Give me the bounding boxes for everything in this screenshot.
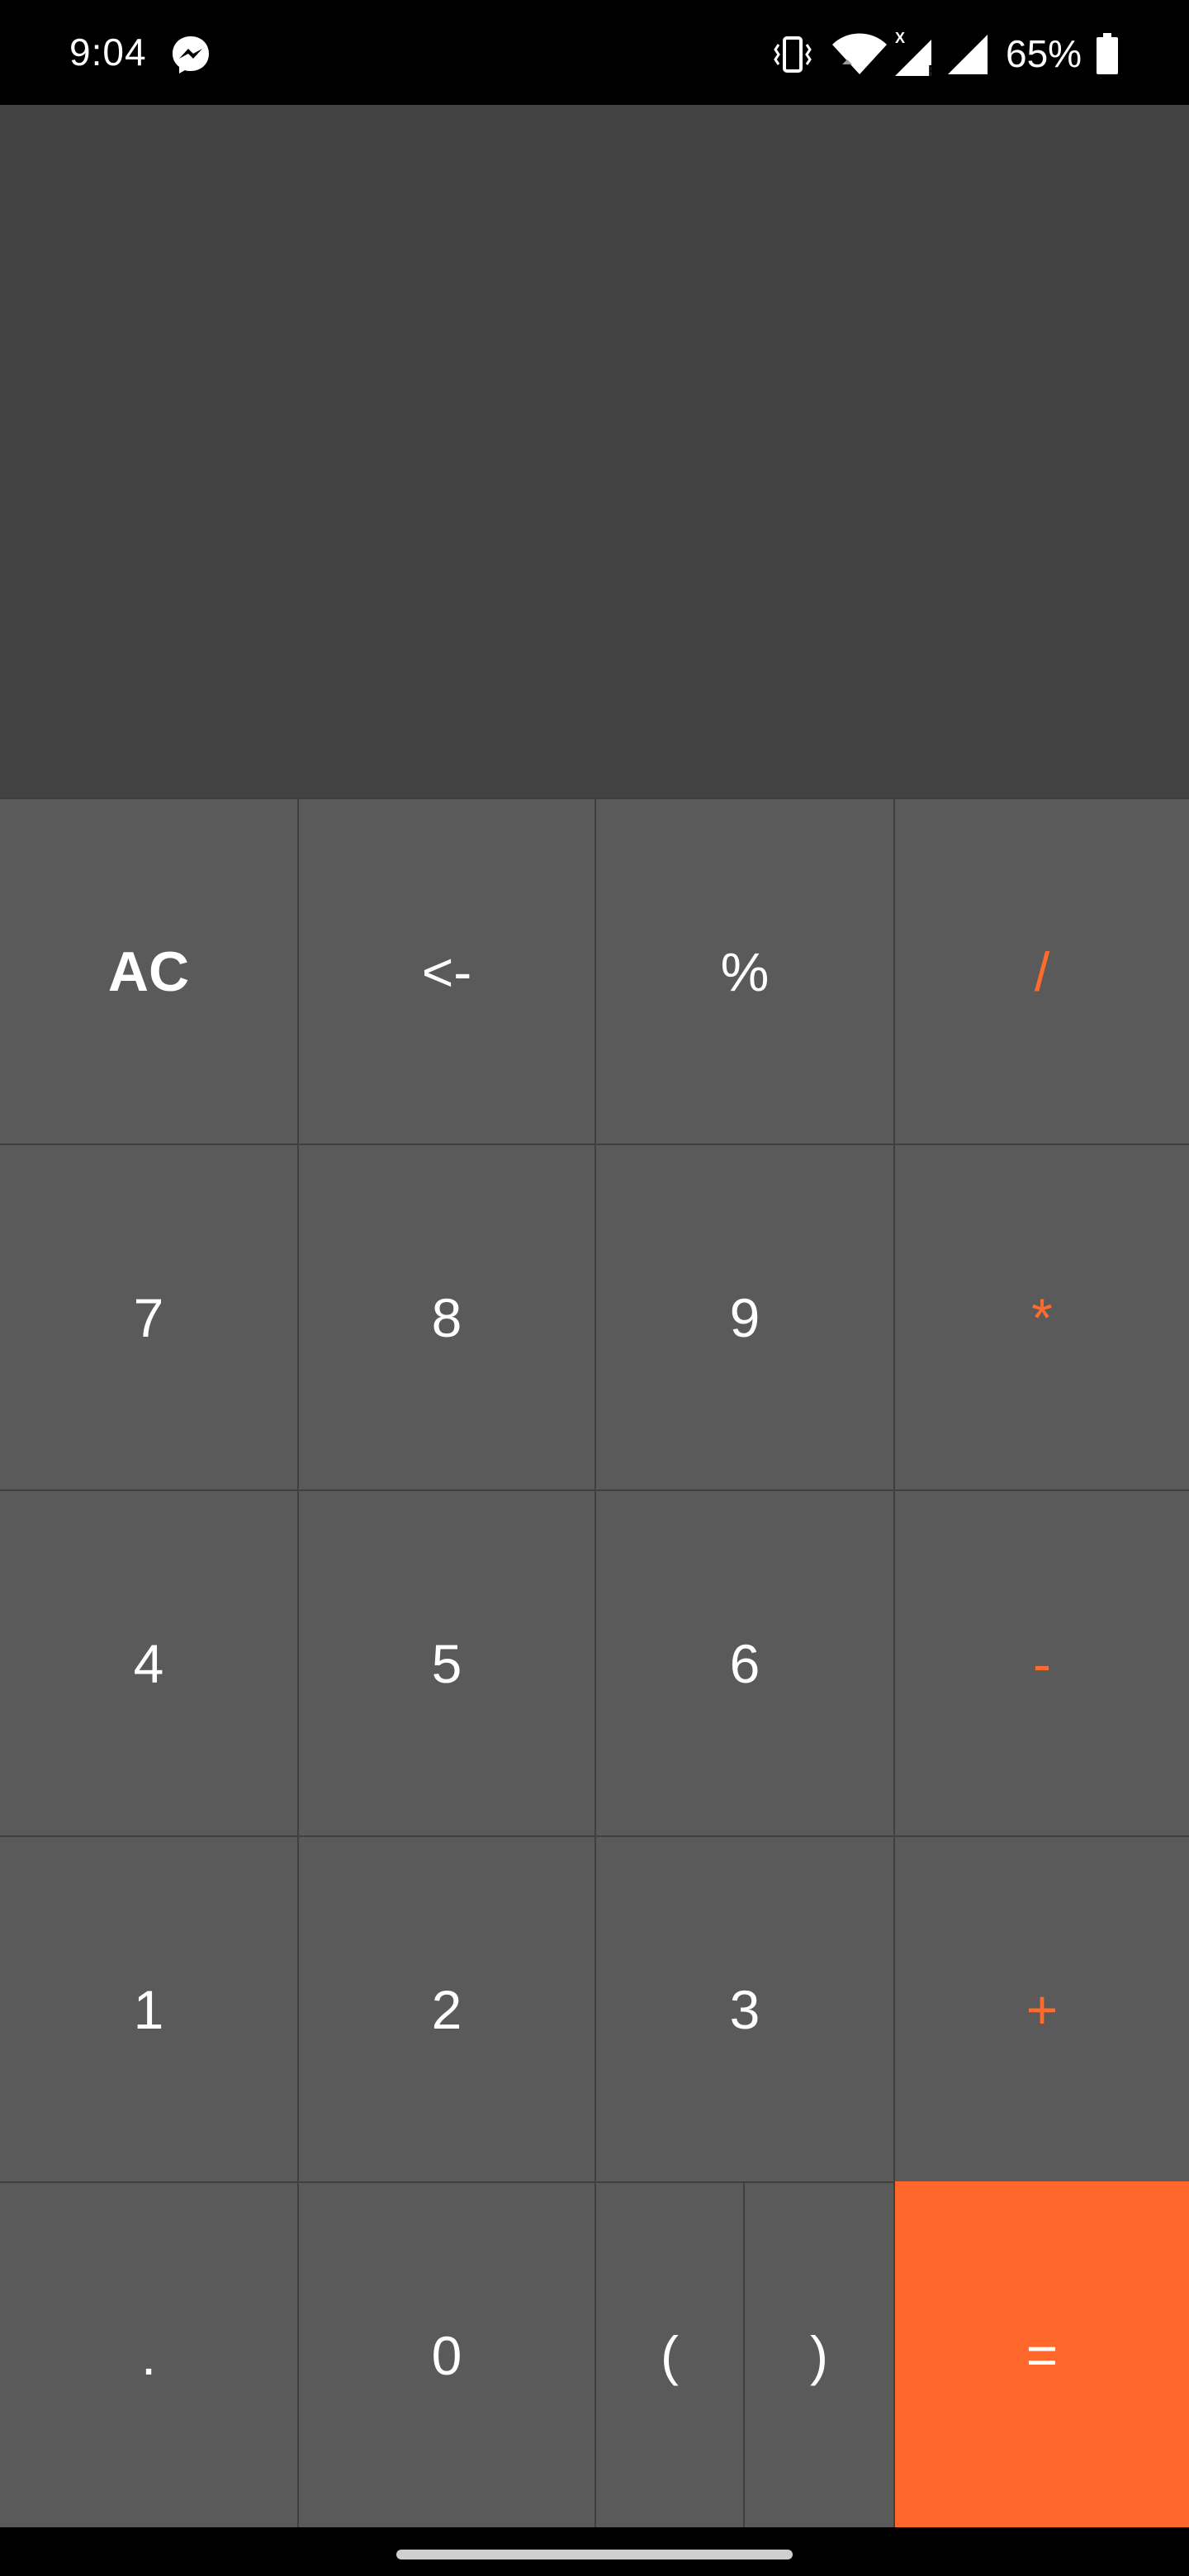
- close-paren-button[interactable]: ): [745, 2181, 895, 2527]
- digit-0-button[interactable]: 0: [299, 2181, 596, 2527]
- battery-icon: [1097, 33, 1118, 74]
- wifi-icon: [832, 33, 887, 74]
- signal-icon: [948, 35, 988, 74]
- digit-6-button[interactable]: 6: [596, 1489, 895, 1835]
- digit-1-button[interactable]: 1: [0, 1835, 299, 2181]
- svg-text:X: X: [895, 30, 905, 46]
- digit-9-button[interactable]: 9: [596, 1144, 895, 1489]
- digit-4-button[interactable]: 4: [0, 1489, 299, 1835]
- multiply-button[interactable]: *: [895, 1144, 1189, 1489]
- signal-roaming-icon: X R: [895, 30, 939, 78]
- digit-5-button[interactable]: 5: [299, 1489, 596, 1835]
- svg-text:R: R: [928, 63, 939, 78]
- home-gesture-handle[interactable]: [396, 2550, 793, 2559]
- add-button[interactable]: +: [895, 1835, 1189, 2181]
- equals-button[interactable]: =: [895, 2181, 1189, 2527]
- status-bar: 9:04 X R 65%: [0, 0, 1189, 105]
- messenger-icon: [173, 36, 209, 73]
- digit-2-button[interactable]: 2: [299, 1835, 596, 2181]
- percent-button[interactable]: %: [596, 798, 895, 1144]
- keypad: AC <- % / 7 8 9 * 4 5 6 - 1 2 3 + . 0 ( …: [0, 798, 1189, 2527]
- battery-percent: 65%: [1006, 32, 1082, 75]
- divide-button[interactable]: /: [895, 798, 1189, 1144]
- navigation-bar: [0, 2527, 1189, 2576]
- backspace-button[interactable]: <-: [299, 798, 596, 1144]
- calculator-display: [0, 105, 1189, 798]
- digit-7-button[interactable]: 7: [0, 1144, 299, 1489]
- decimal-button[interactable]: .: [0, 2181, 299, 2527]
- digit-8-button[interactable]: 8: [299, 1144, 596, 1489]
- clear-button[interactable]: AC: [0, 798, 299, 1144]
- vibrate-icon: [774, 36, 812, 73]
- subtract-button[interactable]: -: [895, 1489, 1189, 1835]
- status-time: 9:04: [69, 31, 147, 73]
- digit-3-button[interactable]: 3: [596, 1835, 895, 2181]
- open-paren-button[interactable]: (: [596, 2181, 745, 2527]
